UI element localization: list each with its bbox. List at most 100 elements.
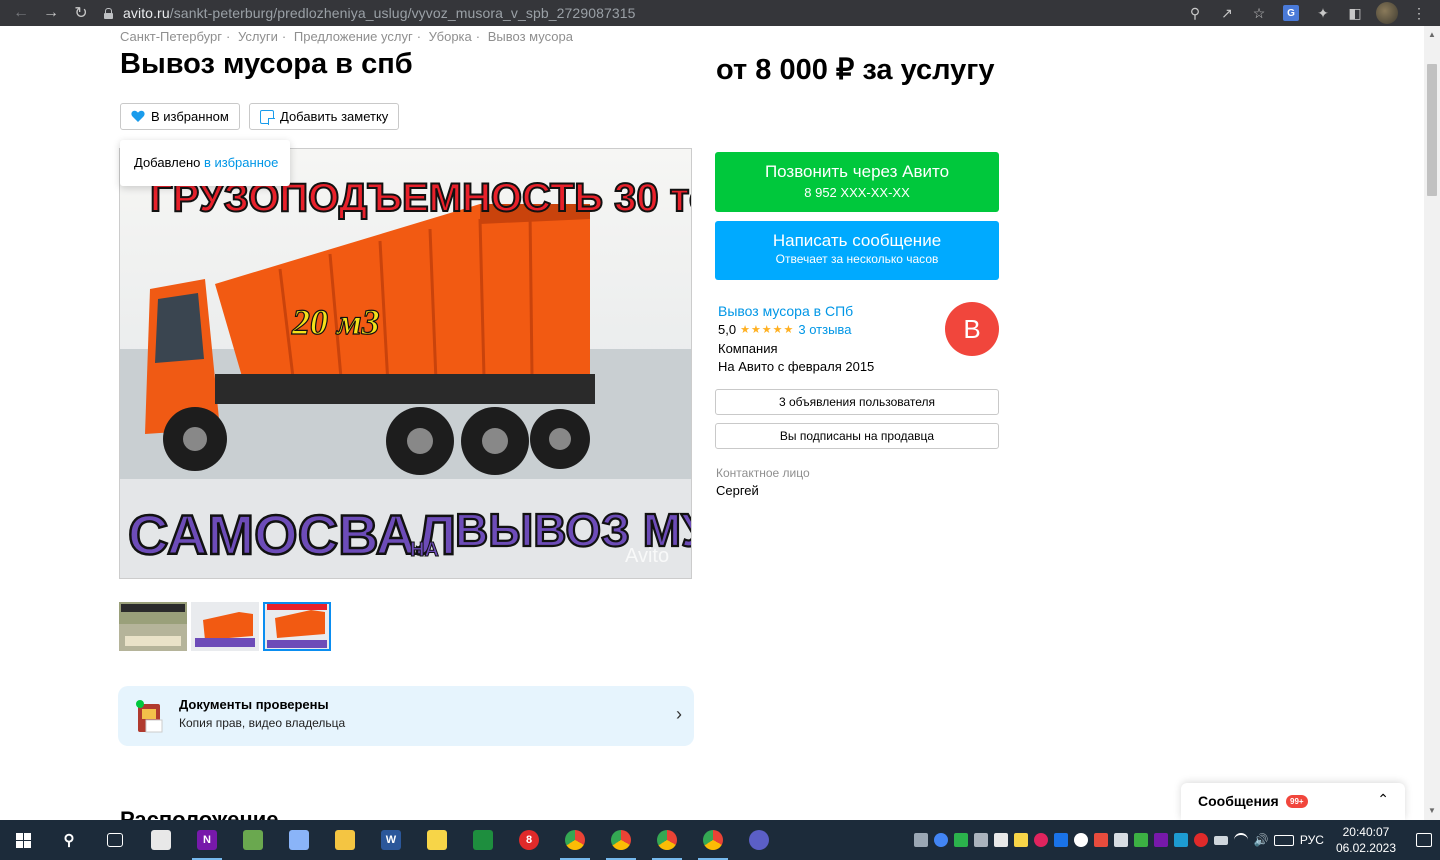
side-panel-icon[interactable]: ◧ — [1342, 0, 1368, 26]
vpn-icon[interactable] — [736, 820, 782, 860]
folder-icon[interactable] — [322, 820, 368, 860]
onenote-icon[interactable]: N — [184, 820, 230, 860]
add-note-button[interactable]: Добавить заметку — [249, 103, 400, 130]
start-button[interactable] — [0, 820, 46, 860]
heart-icon — [131, 110, 145, 123]
telegram-icon[interactable] — [913, 833, 928, 847]
block-icon[interactable] — [1073, 833, 1088, 847]
photo-volume-text: 20 м3 — [291, 302, 380, 342]
clock[interactable]: 20:40:07 06.02.2023 — [1336, 824, 1396, 856]
search-icon[interactable]: ⚲ — [46, 820, 92, 860]
thumbnail-1[interactable] — [119, 602, 187, 651]
app-icon[interactable] — [276, 820, 322, 860]
sticky-notes-icon[interactable] — [414, 820, 460, 860]
keyboard-icon[interactable] — [1273, 834, 1294, 846]
call-label: Позвонить через Авито — [764, 162, 950, 181]
favorite-label: В избранном — [151, 109, 229, 124]
seller-name-link[interactable]: Вывоз мусора в СПб — [718, 303, 853, 319]
photo-watermark: Avito — [625, 545, 669, 567]
share-icon[interactable]: ↗ — [1214, 0, 1240, 26]
chrome-icon-1[interactable] — [552, 820, 598, 860]
call-button[interactable]: Позвонить через Авито 8 952 XXX-XX-XX — [715, 152, 999, 212]
onenote-tray-icon[interactable] — [1153, 833, 1168, 847]
seller-ads-button[interactable]: 3 объявления пользователя — [715, 389, 999, 415]
documents-subtitle: Копия прав, видео владельца — [179, 716, 346, 730]
chrome-icon-4[interactable] — [690, 820, 736, 860]
seller-type: Компания — [718, 341, 778, 356]
page-scrollbar[interactable]: ▲ ▼ — [1424, 26, 1440, 820]
scroll-down-icon[interactable]: ▼ — [1428, 806, 1436, 815]
breadcrumb-city[interactable]: Санкт-Петербург — [120, 29, 222, 44]
scroll-thumb[interactable] — [1427, 64, 1437, 196]
favorites-link[interactable]: в избранное — [204, 155, 278, 170]
favorite-button[interactable]: В избранном — [120, 103, 240, 130]
page-title: Вывоз мусора в спб — [120, 48, 413, 80]
window-tray-icon[interactable] — [1113, 833, 1128, 847]
price: от 8 000 ₽ за услугу — [716, 54, 995, 86]
forward-icon[interactable]: → — [36, 0, 66, 26]
thumbnail-3[interactable] — [263, 602, 331, 651]
word-icon[interactable]: W — [368, 820, 414, 860]
breadcrumb-garbage[interactable]: Вывоз мусора — [488, 29, 573, 44]
scroll-up-icon[interactable]: ▲ — [1428, 30, 1436, 39]
write-message-button[interactable]: Написать сообщение Отвечает за несколько… — [715, 221, 999, 280]
notifications-icon[interactable] — [1416, 833, 1432, 847]
wifi-icon[interactable] — [1233, 833, 1248, 847]
photo-bottom-mid: НА — [410, 539, 439, 561]
phone-number: 8 952 XXX-XX-XX — [804, 185, 910, 200]
lock-icon — [104, 7, 113, 19]
thumbnail-strip — [119, 602, 331, 651]
reviews-link[interactable]: 3 отзыва — [798, 322, 851, 337]
task-view-icon[interactable] — [92, 820, 138, 860]
main-photo[interactable]: ГРУЗОПОДЪЕМНОСТЬ 30 тонн 20 м3 САМОСВАЛ … — [119, 148, 692, 579]
breadcrumb-cleaning[interactable]: Уборка — [429, 29, 472, 44]
seller-avatar[interactable]: В — [945, 302, 999, 356]
back-icon[interactable]: ← — [6, 0, 36, 26]
document-icon — [136, 700, 164, 734]
subscribed-button[interactable]: Вы подписаны на продавца — [715, 423, 999, 449]
contact-person-name: Сергей — [716, 483, 759, 498]
reload-icon[interactable]: ↻ — [66, 0, 96, 26]
messages-widget[interactable]: Сообщения 99+ ⌃ — [1181, 783, 1405, 820]
chevron-right-icon: › — [676, 704, 682, 724]
file-icon[interactable] — [138, 820, 184, 860]
bookmark-star-icon[interactable]: ☆ — [1246, 0, 1272, 26]
zoom-icon[interactable]: ⚲ — [1182, 0, 1208, 26]
breadcrumb-offers[interactable]: Предложение услуг — [294, 29, 413, 44]
battery-icon[interactable] — [1213, 835, 1228, 845]
messages-badge: 99+ — [1286, 795, 1308, 808]
response-time: Отвечает за несколько часов — [775, 252, 939, 266]
sheets-icon[interactable] — [460, 820, 506, 860]
thumbnail-2[interactable] — [191, 602, 259, 651]
shield-icon[interactable] — [953, 833, 968, 847]
yandex-tray-icon[interactable] — [1193, 833, 1208, 847]
target-icon[interactable] — [1033, 833, 1048, 847]
translate-icon[interactable]: G — [1278, 0, 1304, 26]
rating-value: 5,0 — [718, 322, 737, 337]
language-indicator[interactable]: РУС — [1300, 833, 1324, 847]
monitor-icon[interactable] — [973, 833, 988, 847]
fx-icon[interactable] — [1173, 833, 1188, 847]
windows-taskbar: ⚲ N W 8 🔊 РУС 20:40:07 06.02.2023 — [0, 820, 1440, 860]
favorite-tooltip: Добавлено в избранное — [120, 140, 290, 186]
chrome-icon-3[interactable] — [644, 820, 690, 860]
leaf-icon[interactable] — [1133, 833, 1148, 847]
document-tray-icon[interactable] — [993, 833, 1008, 847]
tooltip-text: Добавлено — [134, 155, 201, 170]
profile-avatar[interactable] — [1374, 0, 1400, 26]
extensions-icon[interactable]: ✦ — [1310, 0, 1336, 26]
browser-tray-icon[interactable] — [933, 833, 948, 847]
breadcrumb-services[interactable]: Услуги — [238, 29, 278, 44]
menu-icon[interactable]: ⋮ — [1406, 0, 1432, 26]
address-bar[interactable]: avito.ru/sankt-peterburg/predlozheniya_u… — [104, 0, 636, 26]
screenshot-icon[interactable] — [1053, 833, 1068, 847]
chat-tray-icon[interactable] — [1093, 833, 1108, 847]
notes-tray-icon[interactable] — [1013, 833, 1028, 847]
documents-verified-card[interactable]: Документы проверены Копия прав, видео вл… — [118, 686, 694, 746]
notepad-icon[interactable] — [230, 820, 276, 860]
chevron-up-icon[interactable]: ⌃ — [1377, 791, 1389, 808]
yandex-icon[interactable]: 8 — [506, 820, 552, 860]
volume-icon[interactable]: 🔊 — [1254, 833, 1269, 847]
chrome-icon-2[interactable] — [598, 820, 644, 860]
breadcrumb: Санкт-Петербург · Услуги · Предложение усл… — [120, 29, 573, 44]
